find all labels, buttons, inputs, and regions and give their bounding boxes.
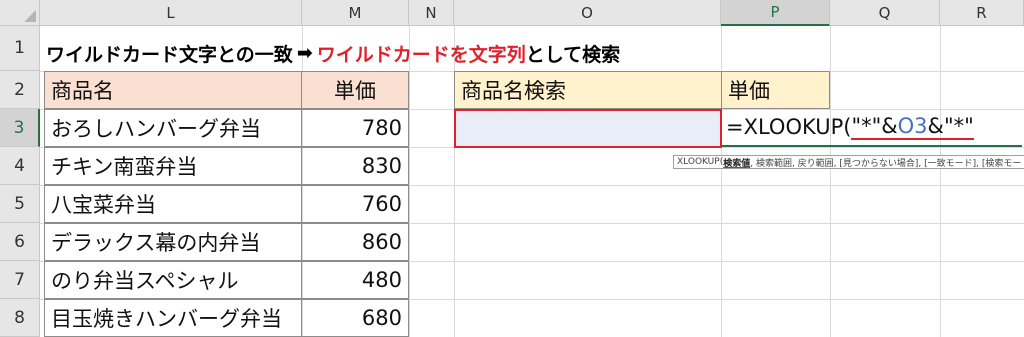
column-header-r[interactable]: R: [940, 0, 1024, 26]
search-input-cell[interactable]: [454, 109, 722, 148]
formula-wildcard-string: "*": [943, 114, 974, 140]
sheet-title: ワイルドカード文字との一致 ➡ ワイルドカードを文字列 として検索: [46, 38, 620, 68]
product-price-cell[interactable]: 830: [301, 147, 409, 185]
row-header-7[interactable]: 7: [0, 261, 40, 299]
column-header-o[interactable]: O: [454, 0, 721, 26]
formula-cell-reference: O3: [897, 114, 928, 140]
formula-prefix: =XLOOKUP(: [726, 115, 852, 139]
header-product-search[interactable]: 商品名検索: [454, 71, 722, 109]
row-header-5[interactable]: 5: [0, 185, 40, 223]
product-name-cell[interactable]: 八宝菜弁当: [44, 185, 302, 223]
tooltip-current-argument[interactable]: 検索値: [723, 156, 750, 169]
column-header-p[interactable]: P: [721, 0, 830, 26]
product-price-cell[interactable]: 680: [301, 299, 409, 337]
product-price-cell[interactable]: 760: [301, 185, 409, 223]
product-name-cell[interactable]: チキン南蛮弁当: [44, 147, 302, 185]
product-price-cell[interactable]: 480: [301, 261, 409, 299]
row-header-6[interactable]: 6: [0, 223, 40, 261]
title-text-3: として検索: [525, 43, 621, 66]
row-header-3[interactable]: 3: [0, 109, 40, 147]
row-header-1[interactable]: 1: [0, 26, 40, 71]
column-header-n[interactable]: N: [409, 0, 454, 26]
header-price[interactable]: 単価: [301, 71, 409, 109]
function-argument-tooltip[interactable]: XLOOKUP( 検索値 , 検索範囲, 戻り範囲, [見つからない場合], […: [673, 155, 1024, 169]
formula-cell[interactable]: =XLOOKUP( "*" & O3 & "*": [722, 109, 1022, 147]
formula-wildcard-string: "*": [851, 114, 882, 140]
arrow-right-icon: ➡: [296, 42, 313, 64]
product-name-cell[interactable]: デラックス幕の内弁当: [44, 223, 302, 261]
header-product-name[interactable]: 商品名: [44, 71, 302, 109]
row-header-4[interactable]: 4: [0, 147, 40, 185]
formula-ampersand: &: [881, 114, 898, 140]
column-header-q[interactable]: Q: [830, 0, 940, 26]
product-price-cell[interactable]: 780: [301, 109, 409, 147]
product-price-cell[interactable]: 860: [301, 223, 409, 261]
product-name-cell[interactable]: おろしハンバーグ弁当: [44, 109, 302, 147]
title-text-1: ワイルドカード文字との一致: [46, 43, 293, 66]
title-text-red: ワイルドカードを文字列: [316, 43, 526, 66]
formula-ampersand: &: [927, 114, 944, 140]
select-all-corner[interactable]: [0, 0, 40, 26]
column-header-l[interactable]: L: [40, 0, 302, 26]
tooltip-remaining-arguments: , 検索範囲, 戻り範囲, [見つからない場合], [一致モード], [検索モー…: [750, 158, 1024, 169]
row-header-2[interactable]: 2: [0, 71, 40, 109]
column-header-m[interactable]: M: [302, 0, 409, 26]
product-name-cell[interactable]: のり弁当スペシャル: [44, 261, 302, 299]
product-name-cell[interactable]: 目玉焼きハンバーグ弁当: [44, 299, 302, 337]
header-search-price[interactable]: 単価: [721, 71, 830, 109]
row-header-8[interactable]: 8: [0, 299, 40, 337]
tooltip-function-name[interactable]: XLOOKUP(: [677, 157, 723, 167]
